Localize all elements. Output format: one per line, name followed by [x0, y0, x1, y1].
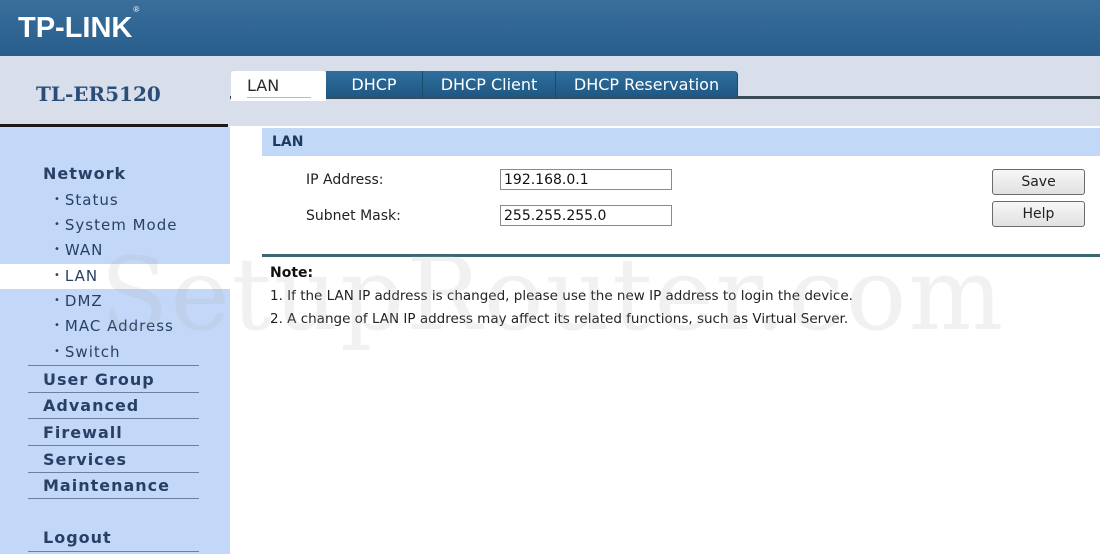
bullet-icon: • [54, 219, 61, 230]
sidebar-item-system-mode[interactable]: • System Mode [54, 216, 177, 234]
sidebar-item-logout[interactable]: Logout [43, 528, 112, 547]
sidebar-item-mac-address[interactable]: • MAC Address [54, 317, 174, 335]
section-header: LAN [262, 128, 1100, 156]
ip-address-input[interactable] [500, 169, 672, 190]
bullet-icon: • [54, 346, 61, 357]
sidebar-item-user-group[interactable]: User Group [43, 370, 155, 389]
sidebar-item-network[interactable]: Network [43, 164, 126, 183]
sidebar-item-advanced[interactable]: Advanced [43, 396, 139, 415]
help-button[interactable]: Help [992, 201, 1085, 227]
tab-dhcp-reservation[interactable]: DHCP Reservation [556, 71, 738, 98]
bullet-icon: • [54, 320, 61, 331]
sidebar-item-wan[interactable]: • WAN [54, 241, 103, 259]
save-button[interactable]: Save [992, 169, 1085, 195]
tab-lan[interactable]: LAN [231, 71, 326, 101]
note-line: 2. A change of LAN IP address may affect… [270, 311, 849, 327]
model-name: TL-ER5120 [36, 82, 161, 106]
bullet-icon: • [54, 270, 61, 281]
sidebar-item-dmz[interactable]: • DMZ [54, 292, 103, 310]
sidebar-item-services[interactable]: Services [43, 450, 127, 469]
section-title: LAN [272, 134, 304, 150]
section-divider [262, 254, 1100, 257]
nav-divider [28, 365, 199, 366]
bullet-icon: • [54, 244, 61, 255]
nav-divider [28, 392, 199, 393]
bullet-icon: • [54, 295, 61, 306]
tab-underline [247, 97, 311, 98]
ip-address-label: IP Address: [306, 172, 384, 188]
header-bar: TP-LINK® [0, 0, 1100, 56]
tab-dhcp[interactable]: DHCP [326, 71, 423, 98]
nav-divider [28, 445, 199, 446]
bullet-icon: • [54, 194, 61, 205]
subnet-mask-input[interactable] [500, 205, 672, 226]
sidebar-item-firewall[interactable]: Firewall [43, 423, 123, 442]
note-line: 1. If the LAN IP address is changed, ple… [270, 288, 853, 304]
sidebar-item-lan[interactable]: • LAN [0, 264, 230, 289]
note-title: Note: [270, 265, 314, 281]
sidebar-item-maintenance[interactable]: Maintenance [43, 476, 170, 495]
subnet-mask-label: Subnet Mask: [306, 208, 401, 224]
nav-divider [28, 551, 199, 552]
tab-dhcp-client[interactable]: DHCP Client [423, 71, 556, 98]
tp-link-logo: TP-LINK® [18, 5, 140, 44]
sidebar-item-status[interactable]: • Status [54, 191, 119, 209]
nav-divider [28, 498, 199, 499]
nav-divider [28, 472, 199, 473]
nav-divider [28, 418, 199, 419]
sidebar-item-switch[interactable]: • Switch [54, 343, 121, 361]
